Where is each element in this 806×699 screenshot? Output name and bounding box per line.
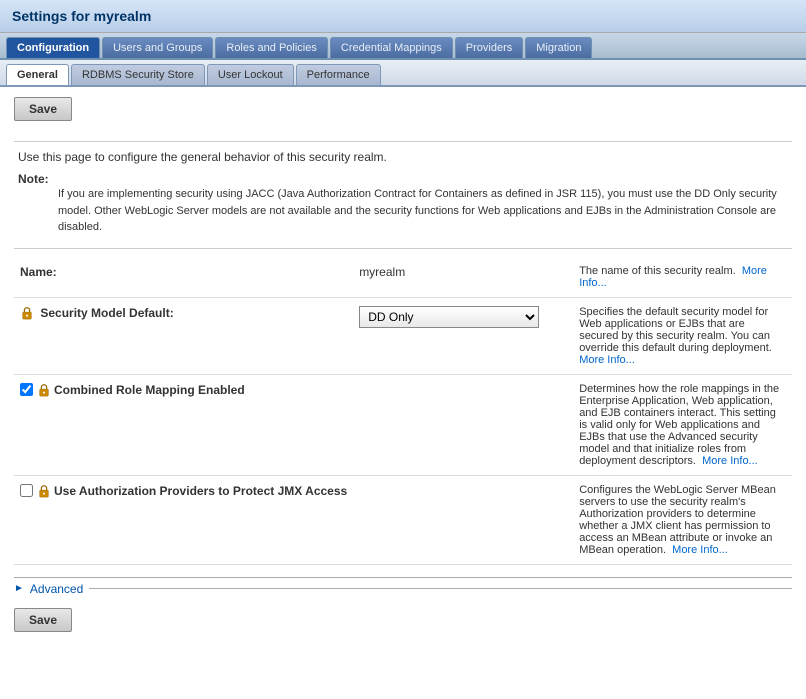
save-button-bottom[interactable]: Save bbox=[14, 608, 72, 632]
use-auth-more-info[interactable]: More Info... bbox=[672, 544, 728, 556]
security-model-more-info[interactable]: More Info... bbox=[579, 354, 635, 366]
separator-fields bbox=[14, 248, 792, 249]
note-text: If you are implementing security using J… bbox=[58, 186, 788, 236]
description-text: Use this page to configure the general b… bbox=[14, 150, 792, 164]
tab-migration[interactable]: Migration bbox=[525, 37, 592, 58]
use-auth-help: Configures the WebLogic Server MBean ser… bbox=[573, 475, 792, 564]
advanced-label: Advanced bbox=[30, 582, 83, 596]
main-tab-row: Configuration Users and Groups Roles and… bbox=[0, 33, 806, 60]
security-model-icon bbox=[20, 306, 40, 320]
save-button-top[interactable]: Save bbox=[14, 97, 72, 121]
security-model-select[interactable]: DD Only Advanced Custom Roles Custom Rol… bbox=[359, 306, 539, 328]
table-row: Combined Role Mapping Enabled Determines… bbox=[14, 374, 792, 475]
use-auth-label: Use Authorization Providers to Protect J… bbox=[14, 475, 353, 564]
combined-role-label: Combined Role Mapping Enabled bbox=[14, 374, 353, 475]
advanced-line bbox=[89, 588, 792, 589]
subtab-rdbms[interactable]: RDBMS Security Store bbox=[71, 64, 205, 85]
combined-role-checkbox[interactable] bbox=[20, 383, 33, 396]
tab-credential-mappings[interactable]: Credential Mappings bbox=[330, 37, 453, 58]
table-row: Use Authorization Providers to Protect J… bbox=[14, 475, 792, 564]
combined-role-more-info[interactable]: More Info... bbox=[702, 455, 758, 467]
note-block: Note: If you are implementing security u… bbox=[14, 172, 792, 236]
tab-users-groups[interactable]: Users and Groups bbox=[102, 37, 213, 58]
table-row: Security Model Default: DD Only Advanced… bbox=[14, 297, 792, 374]
name-help: The name of this security realm. More In… bbox=[573, 257, 792, 298]
security-model-help: Specifies the default security model for… bbox=[573, 297, 792, 374]
subtab-user-lockout[interactable]: User Lockout bbox=[207, 64, 294, 85]
tab-providers[interactable]: Providers bbox=[455, 37, 523, 58]
combined-role-help: Determines how the role mappings in the … bbox=[573, 374, 792, 475]
page-title: Settings for myrealm bbox=[12, 8, 794, 24]
subtab-general[interactable]: General bbox=[6, 64, 69, 85]
security-model-value: DD Only Advanced Custom Roles Custom Rol… bbox=[353, 297, 573, 374]
advanced-section: ► Advanced bbox=[14, 577, 792, 596]
name-label: Name: bbox=[14, 257, 353, 298]
bottom-save-area: Save bbox=[14, 608, 792, 644]
name-value: myrealm bbox=[353, 257, 573, 298]
tab-configuration[interactable]: Configuration bbox=[6, 37, 100, 58]
use-auth-checkbox[interactable] bbox=[20, 484, 33, 497]
content-area: Save Use this page to configure the gene… bbox=[0, 87, 806, 654]
table-row: Name: myrealm The name of this security … bbox=[14, 257, 792, 298]
subtab-performance[interactable]: Performance bbox=[296, 64, 381, 85]
note-label: Note: bbox=[18, 172, 49, 186]
security-model-label: Security Model Default: bbox=[14, 297, 353, 374]
tab-roles-policies[interactable]: Roles and Policies bbox=[215, 37, 328, 58]
subtab-row: General RDBMS Security Store User Lockou… bbox=[0, 60, 806, 87]
advanced-arrow-icon: ► bbox=[14, 583, 24, 594]
advanced-toggle[interactable]: ► Advanced bbox=[14, 582, 792, 596]
form-table: Name: myrealm The name of this security … bbox=[14, 257, 792, 565]
title-bar: Settings for myrealm bbox=[0, 0, 806, 33]
separator-top bbox=[14, 141, 792, 142]
